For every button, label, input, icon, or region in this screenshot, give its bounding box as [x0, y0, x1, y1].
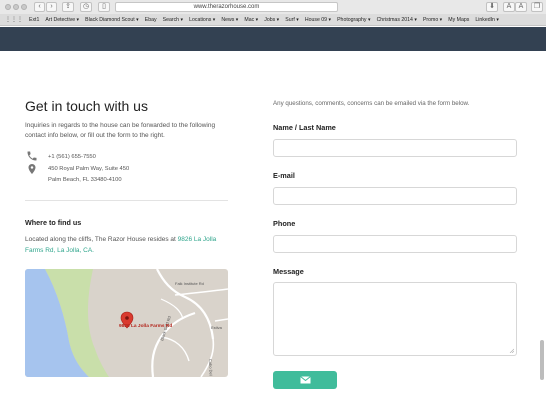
minimize-window-icon[interactable]: [13, 4, 19, 10]
page-title: Get in touch with us: [25, 98, 148, 114]
download-icon[interactable]: ⬇: [486, 2, 498, 12]
message-textarea[interactable]: [273, 282, 517, 356]
bookmark-item[interactable]: Promo ▾: [423, 17, 442, 23]
back-button[interactable]: ‹: [34, 2, 45, 12]
phone-number: +1 (561) 655-7550: [48, 154, 96, 160]
scrollbar-thumb[interactable]: [540, 340, 544, 380]
location-map[interactable]: Falk Institute Rd Black Gold Rd Estiva C…: [25, 269, 228, 377]
apps-grid-icon[interactable]: ⋮⋮⋮: [5, 16, 23, 23]
message-label: Message: [273, 267, 304, 276]
bookmark-item[interactable]: Surf ▾: [285, 17, 299, 23]
forward-button[interactable]: ›: [46, 2, 57, 12]
envelope-icon: [299, 376, 311, 384]
history-icon[interactable]: ◷: [80, 2, 92, 12]
browser-toolbar: ‹ › ⇪ ◷ ▯ www.therazorhouse.com ⬇ A A ❐: [0, 0, 546, 14]
bookmark-item[interactable]: Ext1: [29, 17, 39, 23]
address-bar[interactable]: www.therazorhouse.com: [115, 2, 338, 12]
bookmark-item[interactable]: Locations ▾: [189, 17, 215, 23]
bookmarks-bar: ⋮⋮⋮ Ext1 Art Detective ▾ Black Diamond S…: [0, 14, 546, 26]
zoom-window-icon[interactable]: [21, 4, 27, 10]
text-smaller-button[interactable]: A: [503, 2, 515, 12]
bookmark-item[interactable]: House 09 ▾: [305, 17, 331, 23]
section-divider: [25, 200, 228, 201]
phone-input[interactable]: [273, 235, 517, 253]
email-input[interactable]: [273, 187, 517, 205]
send-button[interactable]: [273, 371, 337, 389]
tabs-icon[interactable]: ❐: [531, 2, 543, 12]
phone-label: Phone: [273, 219, 296, 228]
text-larger-button[interactable]: A: [515, 2, 527, 12]
bookmark-item[interactable]: My Maps: [448, 17, 469, 23]
contact-intro: Inquiries in regards to the house can be…: [25, 122, 216, 139]
bookmark-item[interactable]: Mac ▾: [244, 17, 258, 23]
map-graphic: Falk Institute Rd Black Gold Rd Estiva C…: [25, 269, 228, 377]
name-input[interactable]: [273, 139, 517, 157]
bookmark-item[interactable]: Jobs ▾: [264, 17, 279, 23]
email-label: E-mail: [273, 171, 295, 180]
bookmark-item[interactable]: Ebay: [145, 17, 157, 23]
bookmark-item[interactable]: Black Diamond Scout ▾: [85, 17, 139, 23]
bookmark-item[interactable]: LinkedIn ▾: [475, 17, 499, 23]
address-line-1: 450 Royal Palm Way, Suite 450: [48, 166, 130, 172]
find-us-heading: Where to find us: [25, 218, 82, 227]
address-line-2: Palm Beach, FL 33480-4100: [48, 177, 122, 183]
map-street-label: Cabo Del: [208, 359, 214, 376]
location-text-prefix: Located along the cliffs, The Razor Hous…: [25, 236, 178, 243]
name-label: Name / Last Name: [273, 123, 336, 132]
phone-icon: [27, 151, 37, 161]
bookmark-item[interactable]: News ▾: [221, 17, 238, 23]
location-text: Located along the cliffs, The Razor Hous…: [25, 235, 230, 256]
form-note: Any questions, comments, concerns can be…: [273, 100, 470, 107]
share-icon[interactable]: ⇪: [62, 2, 74, 12]
location-pin-icon: [28, 164, 36, 174]
resize-handle-icon[interactable]: [509, 348, 514, 353]
bookmark-item[interactable]: Art Detective ▾: [45, 17, 79, 23]
bookmark-item[interactable]: Photography ▾: [337, 17, 370, 23]
map-pin-label: 9826 La Jolla Farms Rd: [119, 323, 172, 329]
map-street-label: Estiva: [211, 325, 223, 330]
site-header: [0, 27, 546, 51]
map-street-label: Falk Institute Rd: [175, 281, 204, 286]
bookmark-item[interactable]: Search ▾: [163, 17, 183, 23]
close-window-icon[interactable]: [5, 4, 11, 10]
bookmark-item[interactable]: Christmas 2014 ▾: [377, 17, 417, 23]
sidebar-icon[interactable]: ▯: [98, 2, 110, 12]
